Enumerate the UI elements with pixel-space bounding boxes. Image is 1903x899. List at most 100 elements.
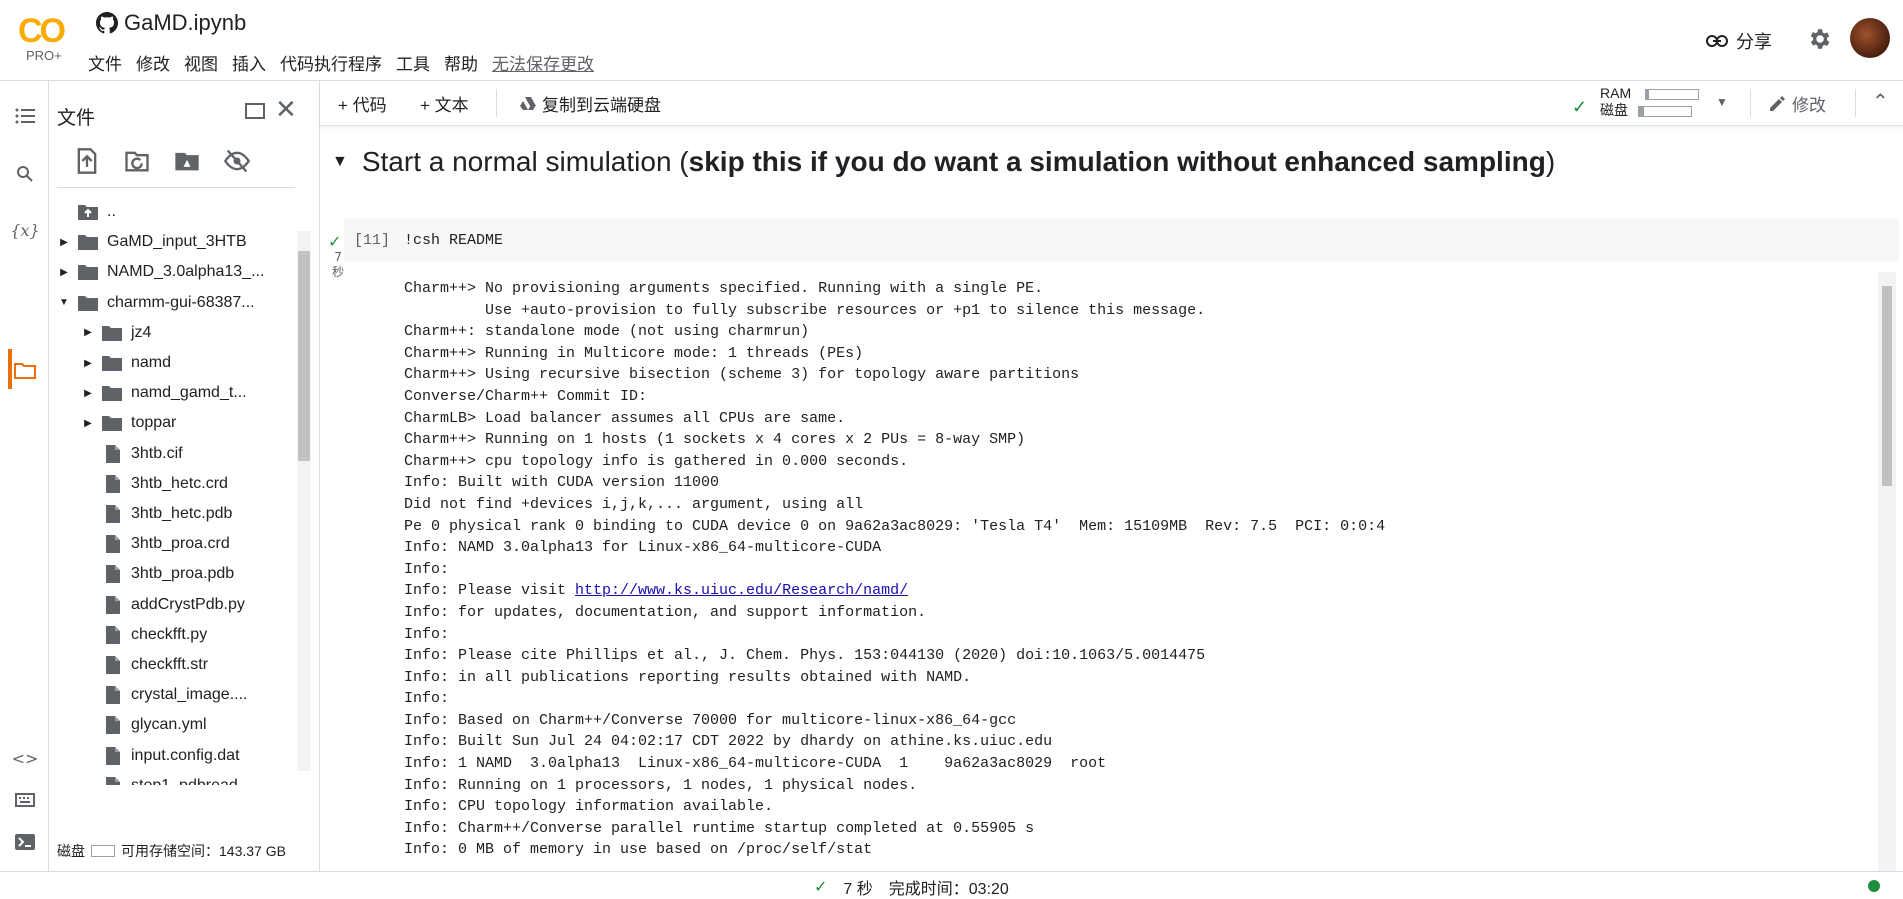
output-line: Charm++: standalone mode (not using char… xyxy=(404,321,1884,343)
terminal-icon[interactable] xyxy=(12,829,38,855)
command-palette-icon[interactable] xyxy=(12,787,38,813)
output-line-text: Pe 0 physical rank 0 binding to CUDA dev… xyxy=(404,517,1386,535)
folder-item[interactable]: ▼ charmm-gui-68387... xyxy=(57,288,255,318)
refresh-icon[interactable] xyxy=(123,147,151,175)
folder-item[interactable]: ▶ namd_gamd_t... xyxy=(81,378,247,408)
code-cell-input[interactable] xyxy=(344,218,1899,262)
file-item[interactable]: checkfft.str xyxy=(81,650,208,680)
file-icon xyxy=(106,746,120,765)
folder-item[interactable]: ▶ namd xyxy=(81,348,171,378)
upload-icon[interactable] xyxy=(73,147,101,175)
variables-icon[interactable]: {x} xyxy=(10,217,39,243)
folder-icon[interactable] xyxy=(12,357,38,383)
menu-bar: 文件 修改 视图 插入 代码执行程序 工具 帮助 无法保存更改 xyxy=(88,50,594,75)
chevron-down-icon[interactable]: ▼ xyxy=(57,297,71,308)
output-line-text: Charm++> Using recursive bisection (sche… xyxy=(404,366,1080,384)
folder-item[interactable]: ▶ jz4 xyxy=(81,318,151,348)
add-text-button[interactable]: + 文本 xyxy=(420,91,469,116)
file-item[interactable]: checkfft.py xyxy=(81,620,207,650)
output-line: Did not find +devices i,j,k,... argument… xyxy=(404,494,1884,516)
edit-button[interactable]: 修改 xyxy=(1768,91,1826,116)
logo-text: CO xyxy=(18,12,66,50)
chevron-right-icon[interactable]: ▶ xyxy=(81,388,95,399)
close-icon[interactable]: ✕ xyxy=(275,95,297,125)
file-item[interactable]: 3htb_hetc.crd xyxy=(81,469,228,499)
chevron-right-icon[interactable]: ▶ xyxy=(57,267,71,278)
search-icon[interactable] xyxy=(12,161,38,187)
output-line: Info: Built Sun Jul 24 04:02:17 CDT 2022… xyxy=(404,731,1884,753)
menu-view[interactable]: 视图 xyxy=(184,50,218,75)
status-text[interactable]: ✓ 7 秒 完成时间：03:20 xyxy=(814,875,1009,899)
unsaved-changes-link[interactable]: 无法保存更改 xyxy=(492,50,594,75)
output-scroll-thumb[interactable] xyxy=(1882,286,1892,486)
chevron-right-icon[interactable]: ▶ xyxy=(57,237,71,248)
file-item[interactable]: step1_pdbread... xyxy=(81,771,251,785)
folder-item[interactable]: ▶ NAMD_3.0alpha13_... xyxy=(57,257,264,287)
cell-exec-time: 7 秒 xyxy=(332,250,344,280)
chevron-right-icon[interactable]: ▶ xyxy=(81,418,95,429)
avatar[interactable] xyxy=(1850,18,1890,58)
output-line-text: Did not find +devices i,j,k,... argument… xyxy=(404,495,864,513)
file-tree: .. ▶ GaMD_input_3HTB ▶ NAMD_3.0alpha13_... ▼ c… xyxy=(49,197,297,785)
menu-tools[interactable]: 工具 xyxy=(396,50,430,75)
colab-logo[interactable]: CO PRO+ xyxy=(18,12,72,64)
collapse-arrow-icon[interactable]: ▼ xyxy=(332,153,348,171)
tree-item-label: toppar xyxy=(131,414,177,432)
toc-icon[interactable] xyxy=(12,103,38,129)
output-line-text: Info: 0 MB of memory in use based on /pr… xyxy=(404,841,873,859)
section-heading[interactable]: ▼ Start a normal simulation (skip this i… xyxy=(332,146,1555,178)
output-line: Info: 0 MB of memory in use based on /pr… xyxy=(404,839,1884,861)
file-icon xyxy=(106,776,120,785)
menu-file[interactable]: 文件 xyxy=(88,50,122,75)
output-line-text: Charm++> cpu topology info is gathered i… xyxy=(404,452,909,470)
tree-item-label: crystal_image.... xyxy=(131,686,248,704)
menu-runtime[interactable]: 代码执行程序 xyxy=(280,50,382,75)
file-item[interactable]: 3htb_hetc.pdb xyxy=(81,499,232,529)
folder-item[interactable]: ▶ toppar xyxy=(81,408,176,438)
link-icon xyxy=(1706,35,1728,47)
gear-icon[interactable] xyxy=(1806,26,1832,52)
file-item[interactable]: 3htb_proa.pdb xyxy=(81,559,234,589)
cell-code[interactable]: !csh README xyxy=(404,232,503,249)
open-in-tab-icon[interactable] xyxy=(245,103,265,119)
chevron-down-icon[interactable]: ▼ xyxy=(1716,95,1728,109)
output-line: Use +auto-provision to fully subscribe r… xyxy=(404,300,1884,322)
add-code-button[interactable]: + 代码 xyxy=(338,91,387,116)
chevron-up-icon[interactable]: ⌃ xyxy=(1872,89,1889,113)
file-icon xyxy=(106,716,120,735)
check-icon: ✓ xyxy=(1572,97,1588,117)
parent-dir-item[interactable]: .. xyxy=(57,197,116,227)
menu-help[interactable]: 帮助 xyxy=(444,50,478,75)
notebook-title[interactable]: GaMD.ipynb xyxy=(96,10,246,36)
file-item[interactable]: addCrystPdb.py xyxy=(81,590,245,620)
disk-label: 磁盘 xyxy=(1600,102,1628,118)
share-label: 分享 xyxy=(1736,32,1772,52)
copy-to-drive-button[interactable]: 复制到云端硬盘 xyxy=(520,91,661,116)
output-line: Info: xyxy=(404,624,1884,646)
hide-files-icon[interactable] xyxy=(223,147,251,175)
folder-icon xyxy=(78,295,98,311)
tree-item-label: 3htb_hetc.crd xyxy=(131,474,228,492)
folder-item[interactable]: ▶ GaMD_input_3HTB xyxy=(57,227,247,257)
file-item[interactable]: crystal_image.... xyxy=(81,680,247,710)
notebook-toolbar: + 代码 + 文本 复制到云端硬盘 ✓ RAM 磁盘 ▼ 修改 ⌃ xyxy=(320,81,1903,126)
section-title-plain: Start a normal simulation ( xyxy=(361,146,689,177)
chevron-right-icon[interactable]: ▶ xyxy=(81,327,95,338)
namd-link[interactable]: http://www.ks.uiuc.edu/Research/namd/ xyxy=(575,582,908,599)
file-item[interactable]: glycan.yml xyxy=(81,710,207,740)
output-line: Charm++> Using recursive bisection (sche… xyxy=(404,364,1884,386)
chevron-right-icon[interactable]: ▶ xyxy=(81,358,95,369)
file-tree-scroll-thumb[interactable] xyxy=(298,251,310,461)
output-line-text: Info: Please cite Phillips et al., J. Ch… xyxy=(404,647,1206,665)
menu-insert[interactable]: 插入 xyxy=(232,50,266,75)
output-line-text: Converse/Charm++ Commit ID: xyxy=(404,387,648,405)
file-item[interactable]: 3htb_proa.crd xyxy=(81,529,230,559)
file-item[interactable]: input.config.dat xyxy=(81,741,240,771)
file-item[interactable]: 3htb.cif xyxy=(81,439,183,469)
menu-edit[interactable]: 修改 xyxy=(136,50,170,75)
tree-item-label: charmm-gui-68387... xyxy=(107,293,255,311)
mount-drive-icon[interactable] xyxy=(173,147,201,175)
code-snippets-icon[interactable]: <> xyxy=(12,745,39,771)
file-panel: 文件 ✕ .. ▶ GaMD_input_3HTB ▶ NAMD_3.0alpha13_… xyxy=(49,81,320,871)
share-button[interactable]: 分享 xyxy=(1706,28,1772,54)
